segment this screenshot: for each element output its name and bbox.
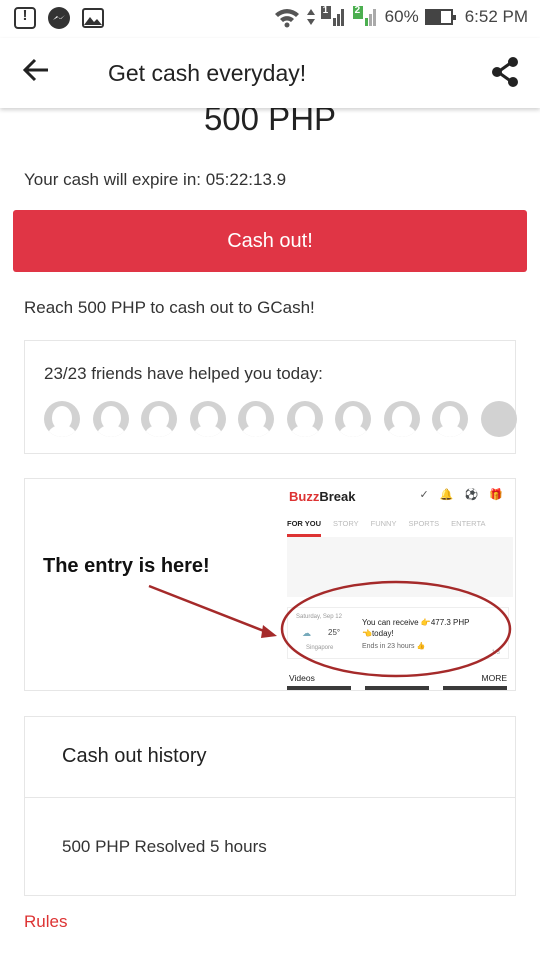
back-button[interactable]: [22, 56, 62, 90]
messenger-icon: [48, 7, 70, 29]
mock-videos-label: Videos: [289, 673, 315, 683]
clock: 6:52 PM: [464, 7, 528, 26]
mock-toolbar-icons: ✓ 🔔 ⚽ 🎁: [419, 489, 507, 501]
mock-reward-card: Saturday, Sep 12 ☁ 25° Singapore You can…: [287, 607, 509, 659]
share-icon: [492, 57, 518, 87]
alert-notification-icon: [14, 7, 36, 29]
mock-more-label: MORE: [481, 673, 508, 683]
page-title: Get cash everyday!: [108, 60, 307, 86]
annotation-arrow: [148, 584, 270, 635]
divider: [25, 797, 515, 798]
signal-sim1-icon: 1: [320, 5, 347, 28]
weather-icon: ☁: [302, 628, 311, 638]
avatar: [335, 401, 371, 437]
mock-page-indicator: 1/3: [491, 650, 500, 656]
app-header: Get cash everyday!: [0, 38, 540, 108]
avatar: [432, 401, 468, 437]
avatar: [383, 401, 420, 437]
app-screenshot-mock: BuzzBreak ✓ 🔔 ⚽ 🎁 FOR YOU STORY FUNNY SP…: [283, 479, 515, 690]
avatar: [189, 401, 226, 437]
friends-helped-text: 23/23 friends have helped you today:: [44, 364, 323, 383]
mock-content-area: [287, 537, 513, 597]
avatar: [44, 401, 80, 437]
avatar: [286, 401, 323, 437]
mock-temperature: 25°: [328, 628, 341, 637]
history-item: 500 PHP Resolved 5 hours: [62, 837, 267, 856]
mock-city: Singapore: [306, 645, 334, 651]
status-bar-notifications: [14, 7, 104, 29]
battery-icon: [424, 9, 456, 25]
mock-tab: SPORTS: [408, 519, 440, 528]
data-arrows-icon: [306, 9, 315, 25]
status-bar-system: 1 2 60% 6:52 PM: [273, 5, 528, 28]
reach-goal-text: Reach 500 PHP to cash out to GCash!: [24, 298, 315, 317]
friends-helped-card: 23/23 friends have helped you today:: [24, 340, 517, 454]
gallery-icon: [82, 8, 104, 28]
avatar: [238, 401, 274, 437]
mock-receive-line2: 👈today!: [362, 629, 394, 638]
avatar: [480, 401, 517, 437]
share-button[interactable]: [488, 54, 524, 90]
sim2-label: 2: [354, 5, 361, 16]
avatar: [92, 401, 129, 437]
mock-tab: FUNNY: [370, 519, 397, 528]
buzzbreak-logo: BuzzBreak: [289, 489, 356, 504]
avatar: [141, 401, 177, 437]
mock-receive-line1: You can receive 👉477.3 PHP: [362, 618, 470, 627]
entry-hint-banner: The entry is here! BuzzBreak ✓ 🔔 ⚽ 🎁 FOR…: [24, 478, 516, 691]
mock-ends-text: Ends in 23 hours 👍: [362, 643, 426, 650]
expire-countdown: Your cash will expire in: 05:22:13.9: [24, 170, 287, 189]
arrow-left-icon: [22, 58, 48, 82]
rules-link[interactable]: Rules: [24, 912, 67, 932]
mock-tab: FOR YOU: [287, 519, 322, 537]
mock-date: Saturday, Sep 12: [296, 614, 342, 620]
status-bar: 1 2 60% 6:52 PM: [0, 0, 540, 38]
cash-out-history-card: Cash out history 500 PHP Resolved 5 hour…: [24, 716, 516, 896]
friend-avatars: [44, 401, 517, 437]
battery-percent: 60%: [384, 7, 419, 26]
mock-tab: STORY: [333, 519, 359, 528]
mock-tabs: FOR YOU STORY FUNNY SPORTS ENTERTA: [287, 519, 486, 537]
entry-hint-label: The entry is here!: [43, 555, 210, 577]
mock-video-thumbnails: [287, 686, 513, 690]
mock-tab: ENTERTA: [451, 519, 486, 528]
annotation-arrowhead: [261, 625, 277, 638]
cash-out-button[interactable]: Cash out!: [13, 210, 527, 272]
history-title: Cash out history: [62, 745, 207, 767]
signal-sim2-icon: 2: [352, 5, 379, 28]
wifi-icon: [274, 9, 299, 28]
sim1-label: 1: [322, 5, 329, 16]
